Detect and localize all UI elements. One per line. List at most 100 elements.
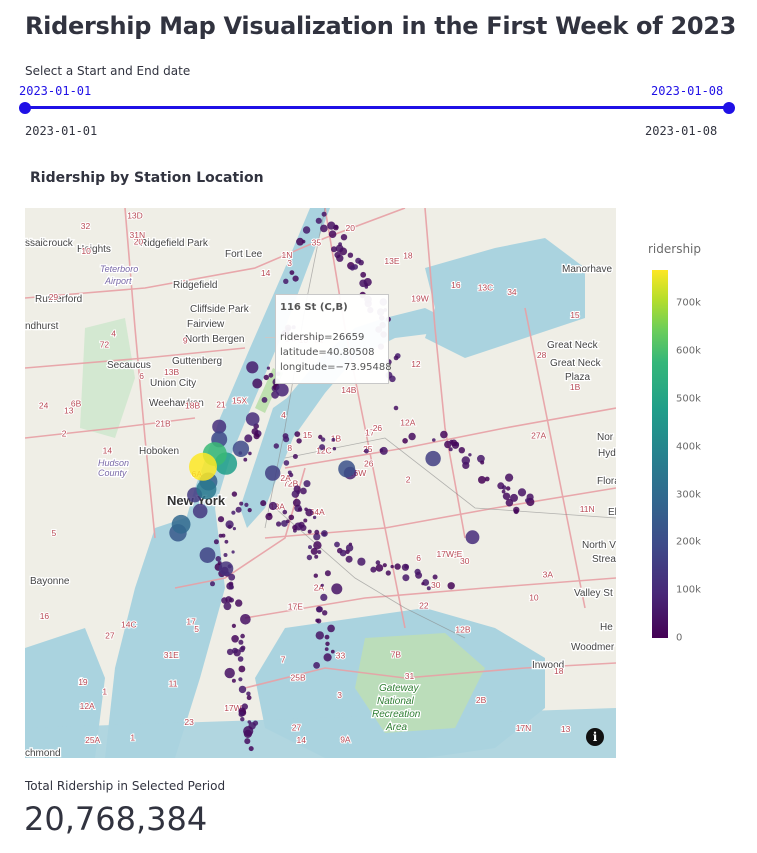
station-marker[interactable] [370, 566, 377, 573]
station-marker[interactable] [192, 503, 208, 519]
station-marker[interactable] [303, 480, 311, 488]
station-marker[interactable] [450, 439, 458, 447]
station-marker[interactable] [245, 412, 260, 426]
station-marker[interactable] [447, 582, 455, 590]
station-marker[interactable] [480, 460, 485, 465]
station-marker[interactable] [334, 251, 341, 259]
station-marker[interactable] [321, 530, 328, 537]
station-marker[interactable] [497, 482, 505, 490]
station-marker[interactable] [484, 476, 490, 482]
station-marker[interactable] [379, 446, 388, 455]
station-marker[interactable] [261, 397, 268, 403]
station-marker[interactable] [218, 533, 223, 538]
station-marker[interactable] [317, 550, 322, 554]
station-marker[interactable] [320, 437, 326, 442]
station-marker[interactable] [260, 500, 267, 507]
station-marker[interactable] [319, 444, 326, 451]
station-marker[interactable] [375, 560, 381, 565]
station-marker[interactable] [324, 647, 329, 651]
station-marker[interactable] [315, 217, 322, 224]
station-marker[interactable] [325, 641, 330, 646]
station-marker[interactable] [328, 230, 337, 238]
station-marker[interactable] [281, 520, 288, 527]
station-marker[interactable] [305, 508, 314, 517]
station-marker[interactable] [229, 584, 234, 590]
station-marker[interactable] [246, 691, 251, 696]
station-marker[interactable] [402, 574, 410, 582]
station-marker[interactable] [189, 452, 217, 481]
station-marker[interactable] [321, 211, 327, 217]
station-marker[interactable] [415, 571, 423, 579]
station-marker[interactable] [307, 529, 312, 534]
station-marker[interactable] [243, 457, 248, 462]
station-marker[interactable] [517, 488, 527, 497]
station-marker[interactable] [248, 451, 252, 456]
station-marker[interactable] [238, 685, 247, 694]
station-marker[interactable] [312, 515, 317, 520]
station-marker[interactable] [302, 226, 311, 234]
station-marker[interactable] [224, 539, 229, 544]
station-marker[interactable] [339, 549, 347, 557]
station-marker[interactable] [275, 383, 289, 397]
station-marker[interactable] [335, 244, 344, 253]
station-marker[interactable] [468, 453, 472, 457]
station-marker[interactable] [401, 563, 409, 571]
station-marker[interactable] [291, 490, 300, 498]
date-range-slider-track[interactable] [25, 106, 729, 109]
station-marker[interactable] [268, 372, 274, 378]
station-marker[interactable] [294, 522, 303, 531]
station-marker[interactable] [332, 447, 337, 451]
station-marker[interactable] [461, 456, 470, 465]
station-marker[interactable] [292, 498, 301, 507]
station-marker[interactable] [171, 514, 191, 534]
station-marker[interactable] [283, 460, 290, 466]
station-marker[interactable] [223, 553, 228, 557]
station-marker[interactable] [235, 599, 243, 607]
station-marker[interactable] [244, 434, 253, 443]
station-marker[interactable] [300, 487, 307, 495]
station-marker[interactable] [316, 618, 322, 624]
station-marker[interactable] [244, 738, 251, 745]
station-marker[interactable] [240, 614, 251, 625]
station-marker[interactable] [360, 271, 367, 278]
station-marker[interactable] [283, 278, 289, 284]
station-marker[interactable] [223, 602, 232, 611]
station-marker[interactable] [432, 574, 438, 580]
station-marker[interactable] [322, 610, 328, 616]
station-marker[interactable] [315, 606, 323, 613]
slider-end-thumb[interactable] [723, 102, 735, 114]
station-marker[interactable] [393, 405, 399, 411]
station-marker[interactable] [364, 448, 369, 454]
station-marker[interactable] [237, 656, 244, 662]
station-marker[interactable] [224, 667, 235, 679]
station-marker[interactable] [288, 514, 295, 521]
station-marker[interactable] [320, 583, 324, 587]
station-marker[interactable] [513, 509, 519, 515]
station-marker[interactable] [315, 631, 324, 640]
station-marker[interactable] [251, 428, 259, 435]
station-marker[interactable] [440, 430, 448, 439]
station-marker[interactable] [238, 711, 245, 717]
map-canvas[interactable]: HasbrouckHeightsRidgefield ParkFort LeeT… [25, 208, 616, 758]
station-marker[interactable] [210, 581, 215, 587]
station-marker[interactable] [238, 665, 246, 673]
station-marker[interactable] [240, 717, 245, 722]
station-marker[interactable] [385, 570, 391, 576]
station-marker[interactable] [213, 539, 219, 545]
station-marker[interactable] [265, 465, 281, 481]
station-marker[interactable] [289, 270, 295, 275]
station-marker[interactable] [314, 529, 320, 535]
station-marker[interactable] [359, 279, 367, 288]
station-marker[interactable] [306, 554, 313, 561]
station-marker[interactable] [375, 564, 384, 572]
station-marker[interactable] [231, 510, 236, 515]
station-marker[interactable] [432, 438, 436, 442]
station-marker[interactable] [334, 541, 340, 548]
station-marker[interactable] [199, 547, 216, 563]
station-marker[interactable] [382, 563, 387, 568]
station-marker[interactable] [340, 234, 348, 241]
station-marker[interactable] [235, 506, 242, 513]
station-marker[interactable] [525, 498, 530, 503]
station-marker[interactable] [283, 436, 290, 443]
station-marker[interactable] [266, 366, 270, 370]
